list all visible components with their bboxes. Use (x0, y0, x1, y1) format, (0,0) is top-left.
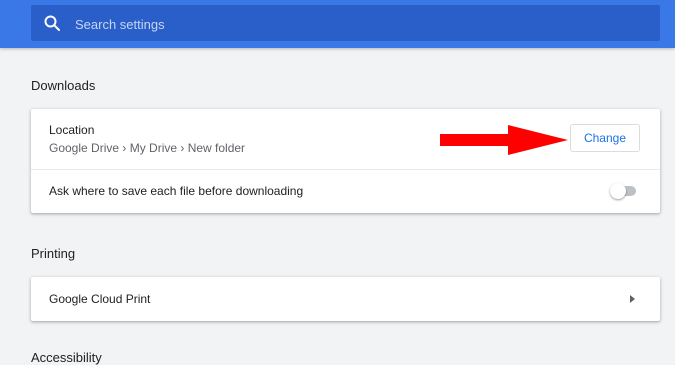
change-location-button[interactable]: Change (570, 124, 640, 152)
location-path: Google Drive › My Drive › New folder (49, 141, 246, 155)
toggle-knob (610, 183, 626, 199)
accessibility-section-title: Accessibility (31, 350, 102, 365)
search-input[interactable] (73, 5, 647, 43)
annotation-arrow-icon (440, 125, 568, 155)
google-cloud-print-label: Google Cloud Print (49, 292, 151, 306)
ask-where-to-save-row[interactable]: Ask where to save each file before downl… (31, 170, 660, 213)
location-label: Location (49, 123, 95, 137)
ask-where-to-save-label: Ask where to save each file before downl… (49, 184, 304, 198)
printing-section-title: Printing (31, 246, 76, 261)
ask-where-to-save-toggle[interactable] (610, 183, 638, 199)
google-cloud-print-row[interactable]: Google Cloud Print (31, 277, 660, 321)
downloads-section-title: Downloads (31, 78, 96, 93)
settings-header (0, 0, 675, 48)
chevron-right-icon (630, 295, 635, 303)
search-icon (44, 15, 60, 31)
search-box[interactable] (31, 5, 660, 43)
